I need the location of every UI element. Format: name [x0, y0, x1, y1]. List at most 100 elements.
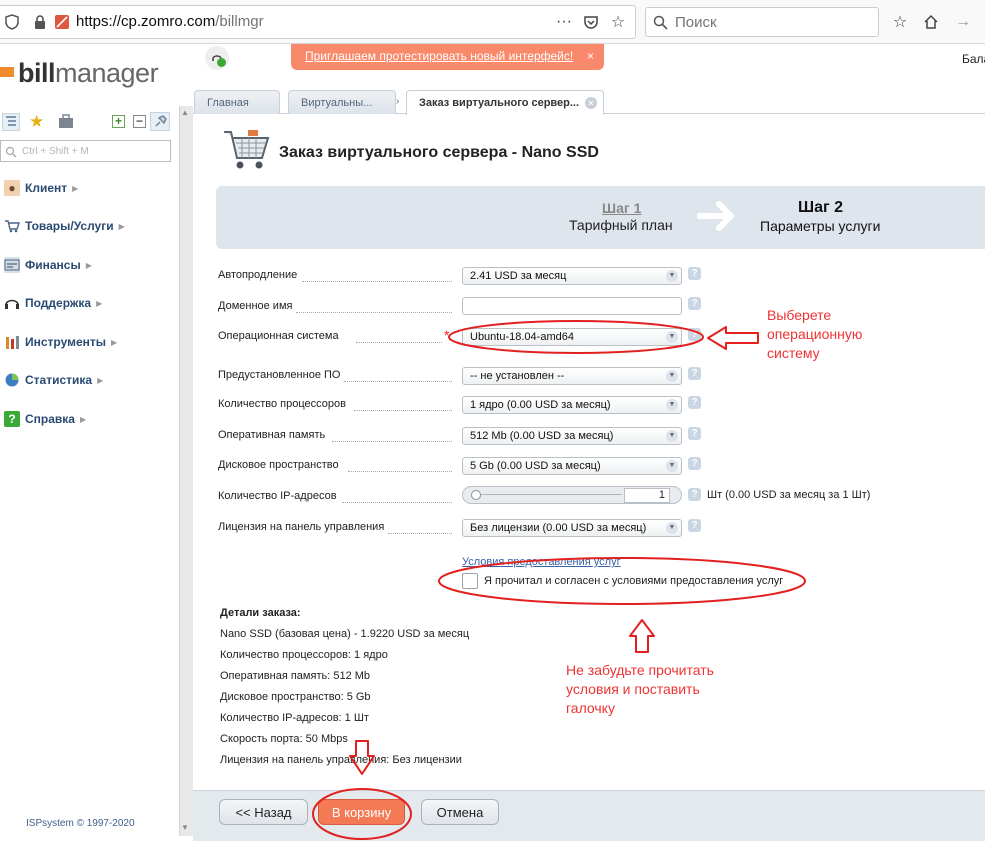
- quick-search-icon: [5, 145, 17, 163]
- scroll-down-icon[interactable]: ▼: [181, 823, 189, 832]
- sidebar-item-label: Финансы: [25, 258, 81, 272]
- tab-label: Заказ виртуального сервер...: [419, 97, 580, 109]
- note-line: условия и поставить: [566, 681, 700, 697]
- os-pointer-arrow: [707, 326, 759, 350]
- forward-arrow-icon[interactable]: →: [953, 12, 973, 32]
- slider-handle[interactable]: [471, 490, 481, 500]
- pin-icon[interactable]: [150, 112, 170, 131]
- chevron-down-icon: ▼: [666, 430, 678, 442]
- help-icon[interactable]: ?: [688, 488, 701, 501]
- help-icon[interactable]: ?: [688, 427, 701, 440]
- chevron-right-icon: ▶: [85, 260, 92, 270]
- chevron-right-icon: ▶: [72, 183, 79, 193]
- home-icon[interactable]: [921, 12, 941, 32]
- note-line: галочку: [566, 700, 615, 716]
- license-select[interactable]: Без лицензии (0.00 USD за месяц) ▼: [462, 519, 682, 537]
- preinstalled-select[interactable]: -- не установлен -- ▼: [462, 367, 682, 385]
- domain-input[interactable]: [462, 297, 682, 315]
- pocket-icon[interactable]: [581, 12, 601, 32]
- step2-title: Шаг 2: [798, 199, 843, 216]
- chevron-down-icon: ▼: [666, 522, 678, 534]
- sidebar-item-label: Статистика: [25, 373, 93, 387]
- back-button[interactable]: << Назад: [219, 799, 308, 825]
- terms-link[interactable]: Условия предоставления услуг: [462, 556, 621, 568]
- leader-dots: [302, 281, 452, 282]
- chevron-right-icon: ▶: [97, 375, 104, 385]
- tab-chevron-icon: ›: [396, 96, 400, 107]
- blocked-content-icon[interactable]: [52, 12, 72, 32]
- add-to-cart-button[interactable]: В корзину: [318, 799, 405, 825]
- help-icon[interactable]: ?: [688, 328, 701, 341]
- lock-icon[interactable]: [30, 12, 50, 32]
- help-icon[interactable]: ?: [688, 519, 701, 532]
- sidebar-item-finance[interactable]: Финансы ▶: [4, 255, 92, 275]
- chevron-down-icon: ▼: [666, 370, 678, 382]
- help-icon[interactable]: ?: [688, 267, 701, 280]
- help-icon[interactable]: ?: [688, 367, 701, 380]
- sidebar-item-help[interactable]: ? Справка ▶: [4, 409, 86, 429]
- sidebar-item-client[interactable]: ● Клиент ▶: [4, 178, 78, 198]
- note-line: операционную: [767, 326, 863, 342]
- tree-view-icon[interactable]: [2, 113, 20, 131]
- banner-close-icon[interactable]: ×: [587, 49, 594, 63]
- chevron-right-icon: ▶: [118, 221, 125, 231]
- collapse-all-icon[interactable]: −: [133, 115, 146, 128]
- select-value: 2.41 USD за месяц: [470, 270, 567, 282]
- os-select[interactable]: Ubuntu-18.04-amd64 ▼: [462, 328, 682, 346]
- new-interface-link[interactable]: Приглашаем протестировать новый интерфей…: [305, 49, 573, 63]
- pie-chart-icon: [4, 372, 20, 388]
- ram-select[interactable]: 512 Mb (0.00 USD за месяц) ▼: [462, 427, 682, 445]
- tab-label: Главная: [207, 97, 249, 109]
- agree-checkbox[interactable]: [462, 573, 478, 589]
- autorenew-select[interactable]: 2.41 USD за месяц ▼: [462, 267, 682, 285]
- ip-label: Количество IP-адресов: [218, 490, 337, 502]
- chevron-down-icon: ▼: [666, 460, 678, 472]
- domain-label: Доменное имя: [218, 300, 293, 312]
- bookmark-star-icon[interactable]: ☆: [608, 12, 628, 32]
- os-annotation-note: Выберете операционную систему: [767, 306, 862, 363]
- tab-virtual-servers[interactable]: Виртуальны...: [288, 90, 396, 114]
- briefcase-icon[interactable]: [58, 114, 74, 129]
- sidebar-item-label: Поддержка: [25, 296, 92, 310]
- sidebar-item-statistics[interactable]: Статистика ▶: [4, 370, 103, 390]
- sidebar-item-products[interactable]: Товары/Услуги ▶: [4, 216, 125, 236]
- favorites-star-icon[interactable]: ★: [29, 112, 44, 132]
- preinstalled-label: Предустановленное ПО: [218, 369, 341, 381]
- balance-label: Бала: [962, 52, 985, 66]
- disk-select[interactable]: 5 Gb (0.00 USD за месяц) ▼: [462, 457, 682, 475]
- url-text[interactable]: https://cp.zomro.com/billmgr: [76, 13, 264, 30]
- shield-icon[interactable]: [2, 12, 22, 32]
- tab-close-icon[interactable]: ×: [585, 97, 598, 110]
- help-icon[interactable]: ?: [688, 396, 701, 409]
- more-actions-icon[interactable]: ···: [554, 12, 574, 32]
- select-value: 1 ядро (0.00 USD за месяц): [470, 399, 611, 411]
- detail-line: Количество IP-адресов: 1 Шт: [220, 712, 369, 724]
- tab-home[interactable]: Главная: [194, 90, 280, 114]
- browser-search-placeholder: Поиск: [675, 14, 717, 31]
- sidebar-item-tools[interactable]: Инструменты ▶: [4, 332, 117, 352]
- leader-dots: [296, 312, 452, 313]
- agree-label[interactable]: Я прочитал и согласен с условиями предос…: [484, 575, 783, 587]
- chevron-down-icon: ▼: [666, 270, 678, 282]
- scroll-up-icon[interactable]: ▲: [181, 108, 189, 117]
- step1-link[interactable]: Шаг 1: [602, 200, 641, 216]
- select-value: 5 Gb (0.00 USD за месяц): [470, 460, 601, 472]
- disk-label: Дисковое пространство: [218, 459, 339, 471]
- cpu-select[interactable]: 1 ядро (0.00 USD за месяц) ▼: [462, 396, 682, 414]
- step2-subtitle: Параметры услуги: [760, 218, 881, 234]
- sidebar-scrollbar[interactable]: [179, 106, 193, 836]
- user-status-icon[interactable]: [205, 46, 229, 70]
- help-icon[interactable]: ?: [688, 297, 701, 310]
- ip-count-input[interactable]: 1: [624, 488, 670, 503]
- autorenew-label: Автопродление: [218, 269, 298, 281]
- sidebar-item-support[interactable]: Поддержка ▶: [4, 293, 102, 313]
- billmanager-logo[interactable]: billmanager: [18, 58, 159, 89]
- leader-dots: [388, 533, 452, 534]
- cart-icon: [4, 218, 20, 234]
- bookmarks-menu-icon[interactable]: ☆: [890, 12, 910, 32]
- expand-all-icon[interactable]: +: [112, 115, 125, 128]
- help-icon[interactable]: ?: [688, 457, 701, 470]
- quick-search-placeholder: Ctrl + Shift + M: [22, 146, 89, 157]
- cancel-button[interactable]: Отмена: [421, 799, 499, 825]
- tab-order-server[interactable]: Заказ виртуального сервер... ×: [406, 90, 604, 115]
